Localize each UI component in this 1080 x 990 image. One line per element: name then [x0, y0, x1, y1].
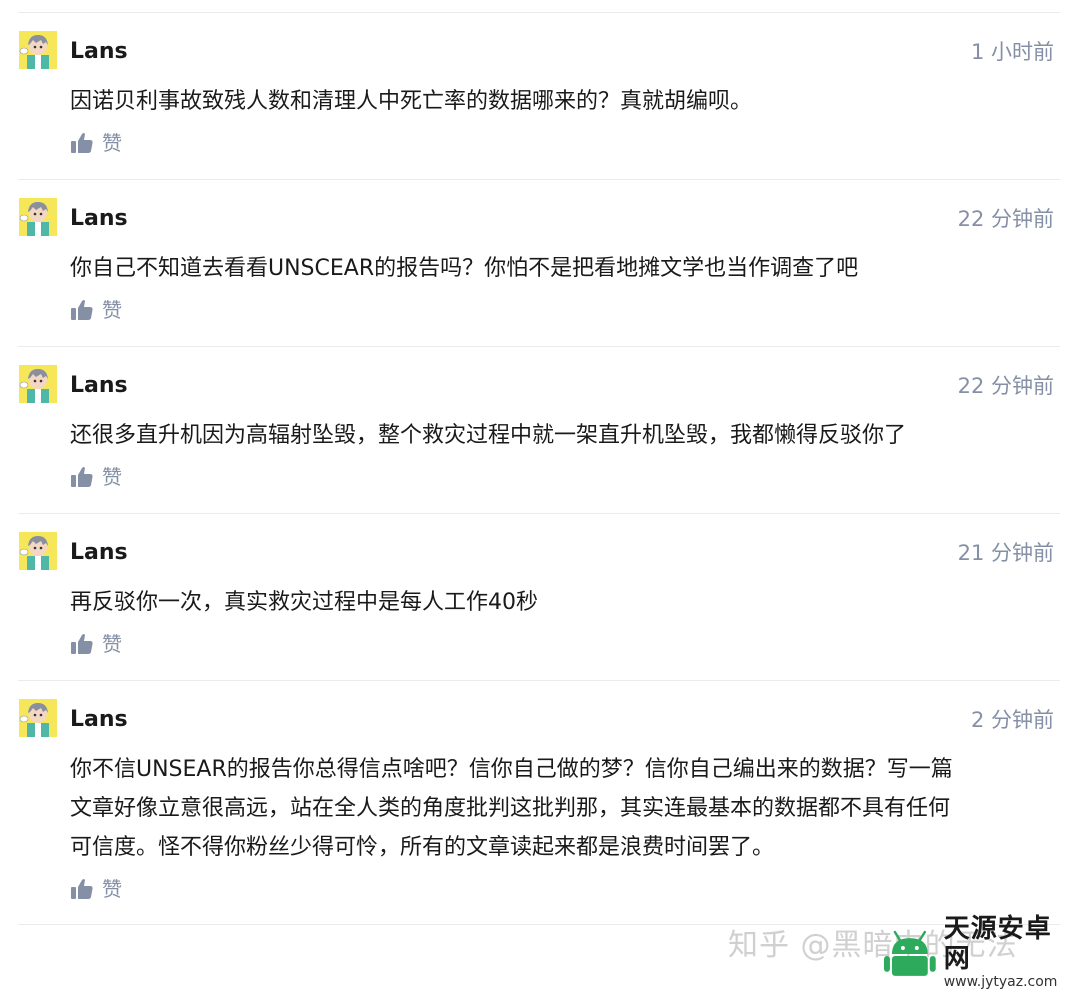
avatar-icon[interactable]	[19, 31, 57, 69]
comment-text-line: 可信度。怪不得你粉丝少得可怜，所有的文章读起来都是浪费时间罢了。	[70, 835, 775, 860]
avatar-icon[interactable]	[19, 365, 57, 403]
comment-author[interactable]: Lans	[70, 205, 128, 233]
site-badge: 天源安卓网 www.jytyaz.com	[882, 914, 1078, 990]
like-label: 赞	[102, 298, 122, 322]
comment-text: 你自己不知道去看看UNSCEAR的报告吗？你怕不是把看地摊文学也当作调查了吧	[70, 256, 859, 281]
android-logo-icon	[883, 930, 936, 976]
comment-time: 1 小时前	[970, 40, 1054, 64]
comment-text: 因诺贝利事故致残人数和清理人中死亡率的数据哪来的？真就胡编呗。	[70, 89, 753, 114]
comment-item: Lans 22 分钟前 你自己不知道去看看UNSCEAR的报告吗？你怕不是把看地…	[18, 180, 1060, 347]
like-button[interactable]: 赞	[70, 877, 122, 901]
comment-author[interactable]: Lans	[70, 706, 128, 734]
comment-text-line: 你不信UNSEAR的报告你总得信点啥吧？信你自己做的梦？信你自己编出来的数据？写…	[70, 757, 953, 782]
comment-text: 再反驳你一次，真实救灾过程中是每人工作40秒	[70, 590, 538, 615]
comment-text-line: 文章好像立意很高远，站在全人类的角度批判这批判那，其实连最基本的数据都不具有任何	[70, 796, 951, 821]
thumbs-up-icon	[71, 467, 93, 487]
site-name: 天源安卓网	[943, 914, 1052, 974]
avatar-icon[interactable]	[19, 699, 57, 737]
like-button[interactable]: 赞	[70, 632, 122, 656]
like-button[interactable]: 赞	[70, 298, 122, 322]
thumbs-up-icon	[71, 879, 93, 899]
avatar-icon[interactable]	[19, 532, 57, 570]
like-label: 赞	[102, 632, 122, 656]
comment-item: Lans 1 小时前 因诺贝利事故致残人数和清理人中死亡率的数据哪来的？真就胡编…	[18, 13, 1060, 180]
site-url: www.jytyaz.com	[943, 974, 1058, 990]
comment-time: 2 分钟前	[970, 708, 1054, 732]
comment-time: 22 分钟前	[957, 207, 1054, 231]
site-text: 天源安卓网 www.jytyaz.com	[944, 914, 1078, 990]
comment-text: 你不信UNSEAR的报告你总得信点啥吧？信你自己做的梦？信你自己编出来的数据？写…	[70, 750, 1060, 867]
like-button[interactable]: 赞	[70, 465, 122, 489]
like-label: 赞	[102, 465, 122, 489]
avatar-icon[interactable]	[19, 198, 57, 236]
like-label: 赞	[102, 131, 122, 155]
comment-list: Lans 1 小时前 因诺贝利事故致残人数和清理人中死亡率的数据哪来的？真就胡编…	[18, 13, 1060, 925]
comment-item: Lans 2 分钟前 你不信UNSEAR的报告你总得信点啥吧？信你自己做的梦？信…	[18, 681, 1060, 925]
thumbs-up-icon	[71, 133, 93, 153]
comment-author[interactable]: Lans	[70, 372, 128, 400]
comment-item: Lans 21 分钟前 再反驳你一次，真实救灾过程中是每人工作40秒 赞	[18, 514, 1060, 681]
thumbs-up-icon	[71, 634, 93, 654]
thumbs-up-icon	[71, 300, 93, 320]
comment-time: 21 分钟前	[957, 541, 1054, 565]
comment-time: 22 分钟前	[957, 374, 1054, 398]
like-button[interactable]: 赞	[70, 131, 122, 155]
comment-author[interactable]: Lans	[70, 38, 128, 66]
comment-author[interactable]: Lans	[70, 539, 128, 567]
comment-item: Lans 22 分钟前 还很多直升机因为高辐射坠毁，整个救灾过程中就一架直升机坠…	[18, 347, 1060, 514]
comment-text: 还很多直升机因为高辐射坠毁，整个救灾过程中就一架直升机坠毁，我都懒得反驳你了	[70, 423, 907, 448]
like-label: 赞	[102, 877, 122, 901]
